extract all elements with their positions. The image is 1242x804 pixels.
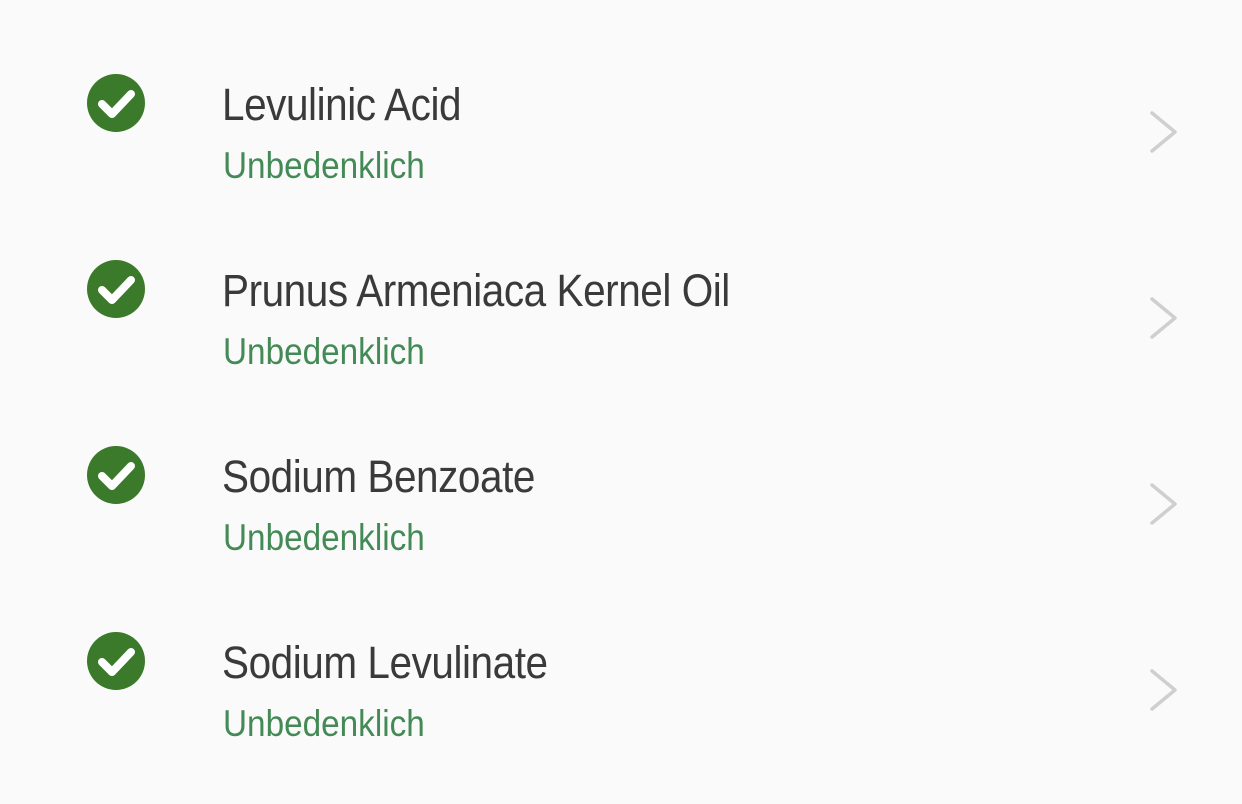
chevron-right-icon[interactable] [1148, 110, 1180, 154]
check-circle-icon [87, 446, 145, 504]
check-circle-icon [87, 632, 145, 690]
ingredient-row[interactable]: Prunus Armeniaca Kernel Oil Unbedenklich [0, 223, 1242, 409]
ingredient-status: Unbedenklich [223, 703, 425, 744]
ingredient-name: Prunus Armeniaca Kernel Oil [222, 265, 730, 316]
chevron-right-icon[interactable] [1148, 482, 1180, 526]
ingredient-row[interactable]: Levulinic Acid Unbedenklich [0, 37, 1242, 223]
chevron-right-icon[interactable] [1148, 296, 1180, 340]
chevron-right-icon[interactable] [1148, 668, 1180, 712]
ingredient-name: Sodium Levulinate [222, 637, 548, 688]
ingredient-name: Sodium Benzoate [222, 451, 535, 502]
ingredient-status: Unbedenklich [223, 145, 425, 186]
ingredient-status: Unbedenklich [223, 331, 425, 372]
ingredient-list: Levulinic Acid Unbedenklich Prunus Armen… [0, 0, 1242, 804]
ingredient-row[interactable]: Sodium Benzoate Unbedenklich [0, 409, 1242, 595]
check-circle-icon [87, 74, 145, 132]
ingredient-row[interactable]: Sodium Levulinate Unbedenklich [0, 595, 1242, 781]
check-circle-icon [87, 260, 145, 318]
ingredient-name: Levulinic Acid [222, 79, 462, 130]
ingredient-status: Unbedenklich [223, 517, 425, 558]
